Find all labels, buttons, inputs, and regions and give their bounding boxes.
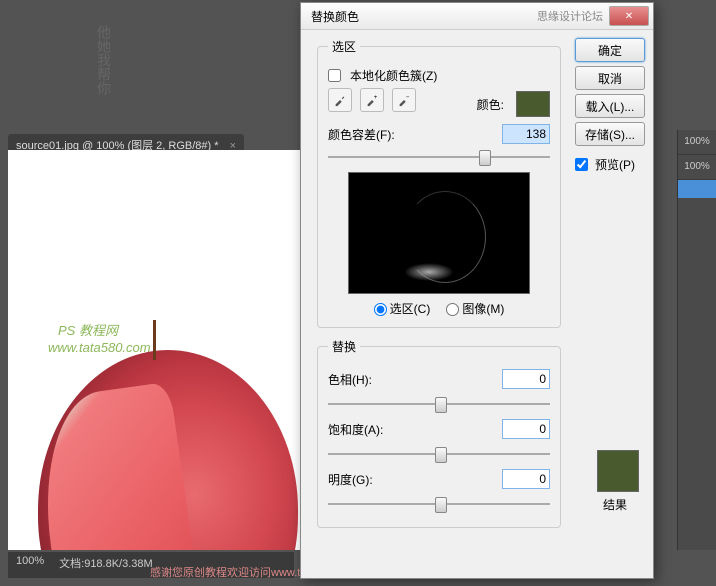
image-flesh [31, 382, 206, 550]
radio-image[interactable]: 图像(M) [446, 300, 504, 317]
selection-color-swatch[interactable] [516, 91, 550, 117]
forum-watermark: 思缘设计论坛 [537, 8, 603, 24]
light-input[interactable] [502, 469, 550, 489]
doc-info: 文档:918.8K/3.38M [59, 555, 153, 575]
preview-highlight [404, 263, 454, 281]
slider-thumb[interactable] [479, 150, 491, 166]
result-box: 结果 [591, 450, 639, 513]
selection-group: 选区 本地化颜色簇(Z) + − 颜色: 颜色容差(F): [317, 38, 561, 328]
watermark-calligraphy: 他她我帮你 [92, 25, 112, 95]
load-button[interactable]: 载入(L)... [575, 94, 645, 118]
panel-value-1[interactable]: 100% [678, 130, 716, 155]
replace-group: 替换 色相(H): 饱和度(A): 明度(G): [317, 338, 561, 528]
light-slider[interactable] [328, 495, 550, 513]
fuzziness-label: 颜色容差(F): [328, 126, 395, 143]
svg-text:+: + [374, 94, 378, 101]
eyedropper-minus-icon[interactable]: − [392, 88, 416, 112]
hue-thumb[interactable] [435, 397, 447, 413]
hue-input[interactable] [502, 369, 550, 389]
eyedropper-icon[interactable] [328, 88, 352, 112]
zoom-level[interactable]: 100% [16, 555, 44, 575]
preview-checkbox[interactable] [575, 158, 588, 171]
slider-track [328, 156, 550, 158]
titlebar[interactable]: 替换颜色 思缘设计论坛 ✕ [301, 3, 653, 30]
result-swatch[interactable] [597, 450, 639, 492]
eyedropper-plus-icon[interactable]: + [360, 88, 384, 112]
watermark-line2: www.tata580.com [48, 340, 151, 355]
image-content [38, 350, 298, 550]
dialog-buttons: 确定 取消 载入(L)... 存储(S)... 预览(P) [575, 38, 645, 173]
save-button[interactable]: 存储(S)... [575, 122, 645, 146]
ok-button[interactable]: 确定 [575, 38, 645, 62]
fuzziness-slider[interactable] [328, 148, 550, 166]
radio-selection-input[interactable] [374, 303, 387, 316]
canvas[interactable]: PS 教程网 www.tata580.com [8, 150, 300, 550]
right-panel: 100% 100% [677, 130, 716, 550]
light-thumb[interactable] [435, 497, 447, 513]
radio-selection[interactable]: 选区(C) [374, 300, 431, 317]
preview-label: 预览(P) [595, 156, 635, 173]
sat-slider[interactable] [328, 445, 550, 463]
watermark-line1: PS 教程网 [58, 320, 118, 339]
result-label: 结果 [591, 496, 639, 513]
cancel-button[interactable]: 取消 [575, 66, 645, 90]
fuzziness-input[interactable] [502, 124, 550, 144]
selection-legend: 选区 [328, 38, 360, 55]
localize-row[interactable]: 本地化颜色簇(Z) [328, 67, 550, 84]
light-label: 明度(G): [328, 471, 398, 488]
hue-slider[interactable] [328, 395, 550, 413]
sat-input[interactable] [502, 419, 550, 439]
color-label: 颜色: [477, 96, 504, 113]
window-close-button[interactable]: ✕ [609, 6, 649, 26]
localize-checkbox[interactable] [328, 69, 341, 82]
radio-image-input[interactable] [446, 303, 459, 316]
sat-label: 饱和度(A): [328, 421, 398, 438]
sat-thumb[interactable] [435, 447, 447, 463]
hue-label: 色相(H): [328, 371, 398, 388]
layer-selected[interactable] [678, 180, 716, 198]
svg-text:−: − [406, 94, 410, 101]
panel-value-2[interactable]: 100% [678, 155, 716, 180]
localize-label: 本地化颜色簇(Z) [350, 67, 437, 84]
selection-preview [348, 172, 530, 294]
preview-checkbox-wrap[interactable]: 预览(P) [575, 156, 645, 173]
replace-legend: 替换 [328, 338, 360, 355]
replace-color-dialog: 替换颜色 思缘设计论坛 ✕ 确定 取消 载入(L)... 存储(S)... 预览… [300, 2, 654, 579]
